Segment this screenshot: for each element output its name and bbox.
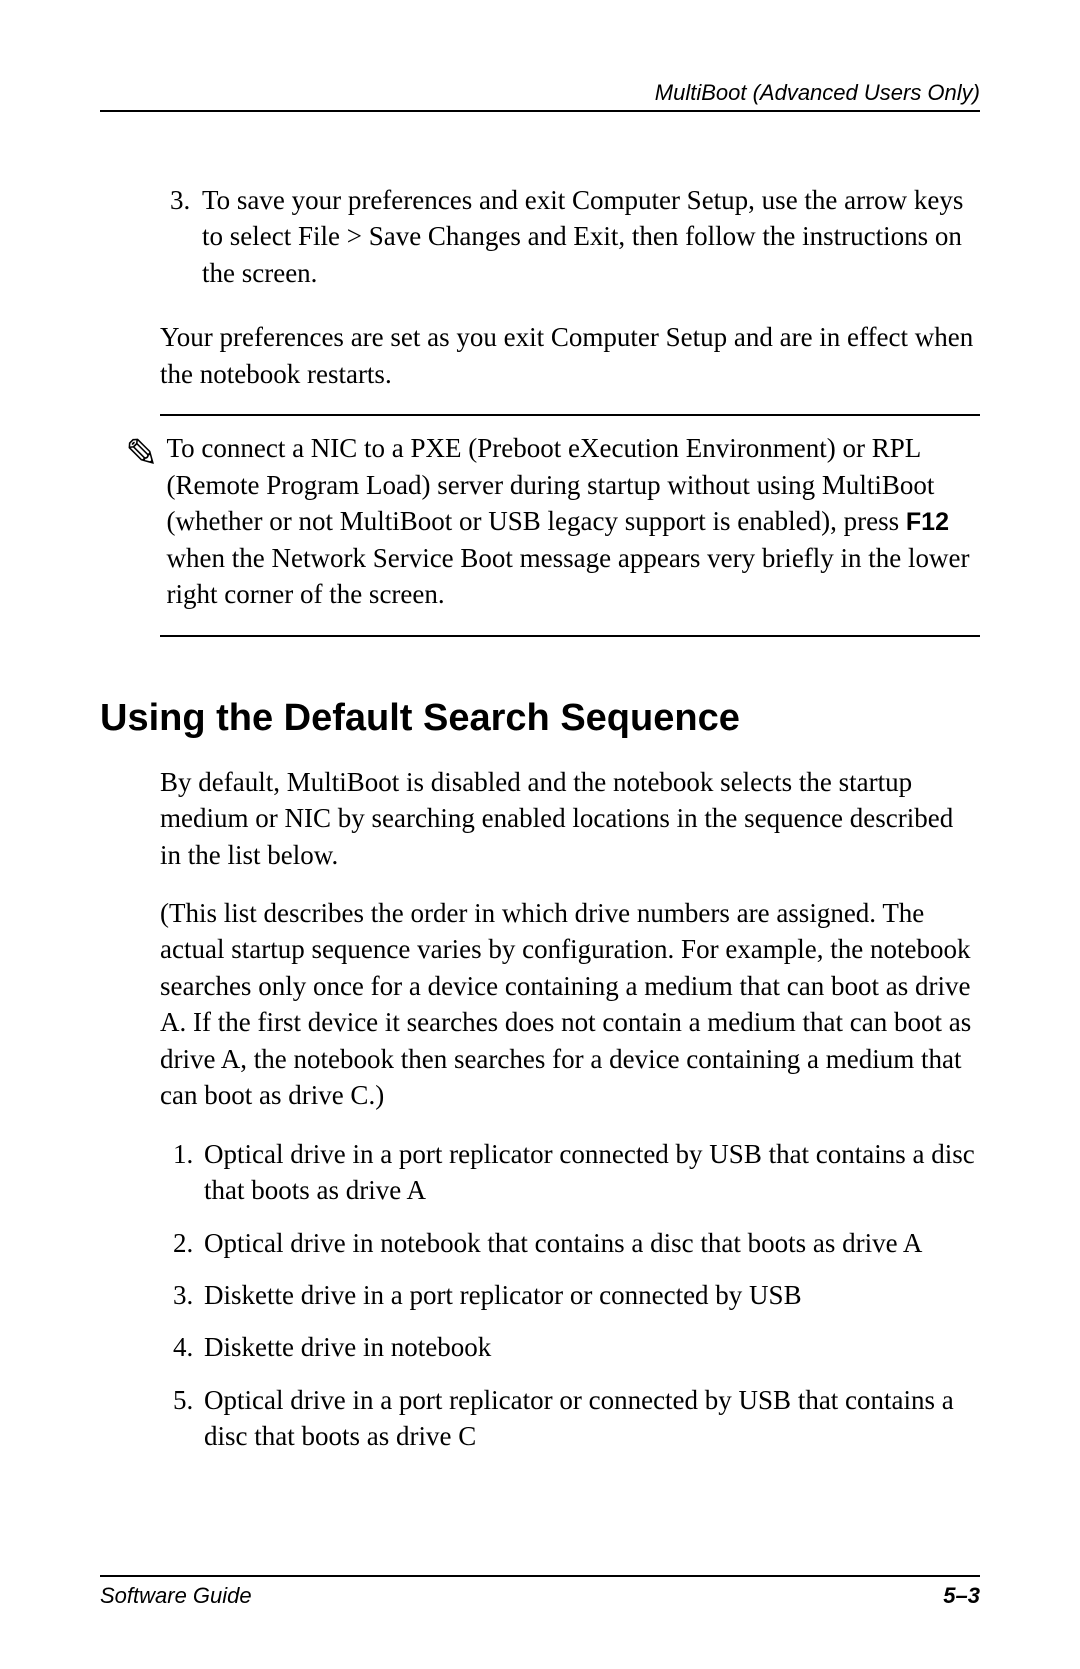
note-key: F12	[906, 508, 949, 536]
note-icon: ✎	[125, 434, 159, 613]
page: MultiBoot (Advanced Users Only) 3. To sa…	[0, 0, 1080, 1669]
step-number: 3.	[170, 182, 202, 291]
step-text: To save your preferences and exit Comput…	[202, 182, 980, 291]
footer-rule	[100, 1575, 980, 1577]
paragraph-1: By default, MultiBoot is disabled and th…	[160, 764, 980, 873]
list-item: Diskette drive in notebook	[200, 1329, 980, 1365]
footer: Software Guide 5–3	[100, 1575, 980, 1609]
note-text: To connect a NIC to a PXE (Preboot eXecu…	[167, 430, 980, 613]
preferences-sentence: Your preferences are set as you exit Com…	[160, 319, 980, 392]
note-top-rule	[160, 414, 980, 416]
footer-left: Software Guide	[100, 1583, 252, 1609]
running-header: MultiBoot (Advanced Users Only)	[100, 80, 980, 106]
note-block: ✎ To connect a NIC to a PXE (Preboot eXe…	[125, 430, 980, 613]
note-bottom-rule	[160, 635, 980, 637]
note-after: when the Network Service Boot message ap…	[167, 543, 970, 609]
list-item: Optical drive in notebook that contains …	[200, 1225, 980, 1261]
header-rule	[100, 110, 980, 112]
list-item: Optical drive in a port replicator or co…	[200, 1382, 980, 1455]
sequence-list: Optical drive in a port replicator conne…	[170, 1136, 980, 1455]
paragraph-2: (This list describes the order in which …	[160, 895, 980, 1114]
list-item: Optical drive in a port replicator conne…	[200, 1136, 980, 1209]
footer-line: Software Guide 5–3	[100, 1583, 980, 1609]
section-heading: Using the Default Search Sequence	[100, 697, 980, 740]
list-item: Diskette drive in a port replicator or c…	[200, 1277, 980, 1313]
step-3: 3. To save your preferences and exit Com…	[170, 182, 980, 291]
note-before: To connect a NIC to a PXE (Preboot eXecu…	[167, 433, 935, 536]
footer-page-number: 5–3	[943, 1583, 980, 1609]
